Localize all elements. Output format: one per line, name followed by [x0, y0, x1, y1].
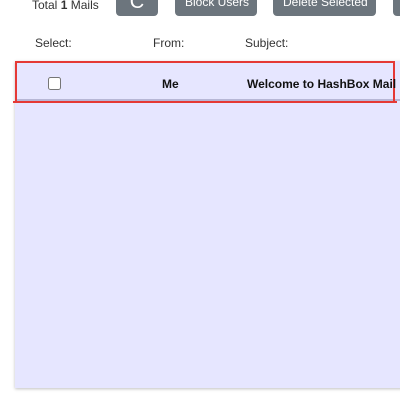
mail-select-checkbox[interactable] [48, 77, 61, 90]
mailbox-page: Total 1 Mails C Block Users Delete Selec… [0, 0, 400, 400]
total-suffix: Mails [70, 0, 99, 12]
mail-row[interactable]: Me Welcome to HashBox Mail [15, 61, 396, 101]
total-prefix: Total [32, 0, 58, 12]
total-mails-count: Total 1 Mails [32, 0, 99, 12]
mail-from: Me [162, 77, 179, 91]
delete-selected-button[interactable]: Delete Selected [273, 0, 376, 16]
column-header-select: Select: [35, 36, 72, 50]
mail-list: Me Welcome to HashBox Mail [13, 61, 400, 388]
column-header-subject: Subject: [245, 36, 289, 50]
column-header-from: From: [153, 36, 185, 50]
row-highlight-bottom [13, 101, 397, 103]
refresh-button[interactable]: C [116, 0, 158, 16]
mail-toolbar: Total 1 Mails C Block Users Delete Selec… [0, 0, 400, 16]
mail-column-headers: Select: From: Subject: [0, 36, 400, 54]
refresh-icon: C [129, 0, 145, 13]
total-count: 1 [60, 0, 68, 12]
mail-subject[interactable]: Welcome to HashBox Mail [247, 77, 396, 91]
block-users-button[interactable]: Block Users [175, 0, 257, 16]
more-actions-button[interactable] [393, 0, 400, 16]
